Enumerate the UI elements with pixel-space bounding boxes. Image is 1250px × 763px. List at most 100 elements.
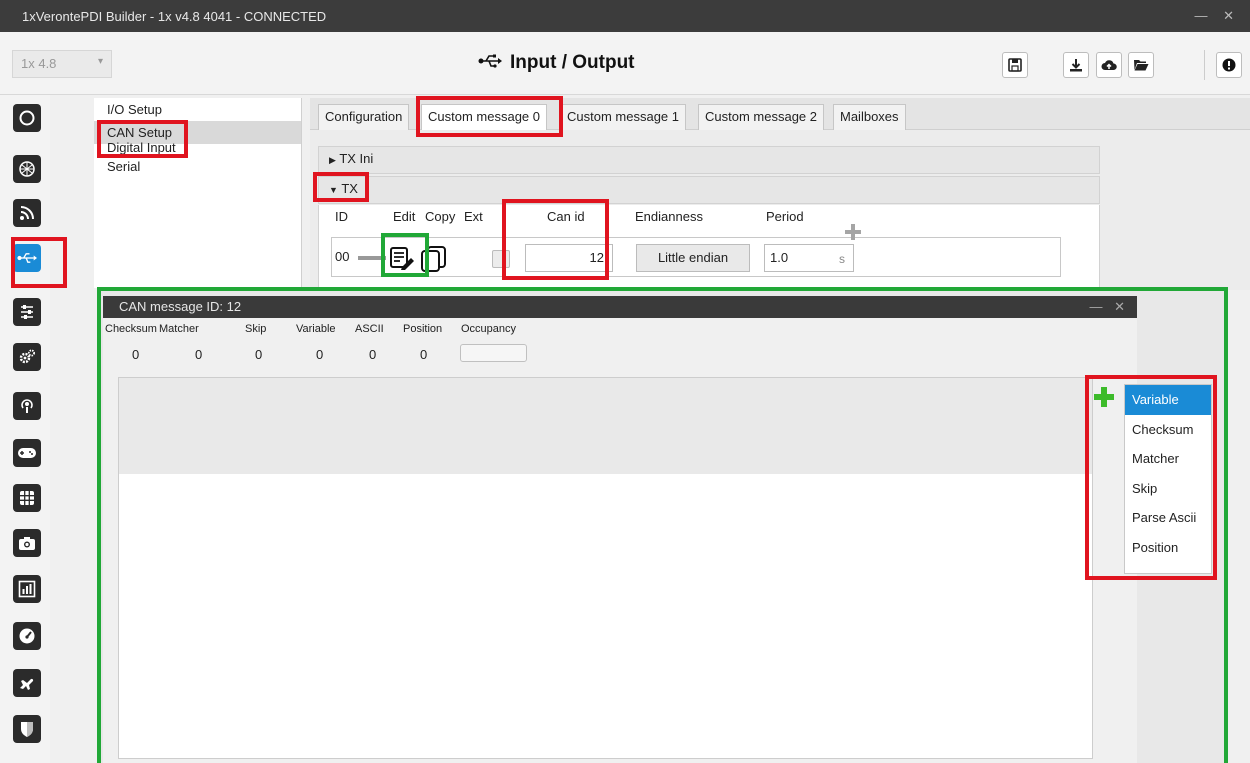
tab-custom-message-1[interactable]: Custom message 1 [560,104,686,130]
open-folder-button[interactable] [1128,52,1154,78]
cloud-upload-button[interactable] [1096,52,1122,78]
add-field-menu: Variable Checksum Matcher Skip Parse Asc… [1124,384,1212,574]
sidebar-globe-button[interactable] [13,155,41,183]
shield-icon [21,722,33,737]
stat-label-variable: Variable [296,323,336,335]
nav-item-serial[interactable]: Serial [94,155,301,178]
sidebar-gamepad-button[interactable] [13,439,41,467]
menu-item-variable[interactable]: Variable [1125,385,1211,415]
stat-label-position: Position [403,323,443,335]
sidebar-flight-button[interactable] [13,669,41,697]
col-header-can-id: Can id [547,209,585,224]
sliders-icon [21,305,33,319]
menu-item-skip[interactable]: Skip [1125,474,1211,504]
tab-configuration[interactable]: Configuration [318,104,410,130]
sidebar-io-button[interactable] [13,244,41,272]
stat-value-matcher: 0 [195,347,203,362]
gamepad-icon [18,448,36,458]
sidebar-grid-button[interactable] [13,484,41,512]
sidebar-sliders-button[interactable] [13,298,41,326]
col-header-endianness: Endianness [635,209,703,224]
stat-value-variable: 0 [316,347,324,362]
sidebar-broadcast-button[interactable] [13,392,41,420]
can-id-input[interactable]: 12 [525,244,613,272]
sidebar-power-button[interactable] [13,104,41,132]
globe-icon [19,161,35,177]
period-unit: s [839,252,845,266]
col-header-copy: Copy [425,209,456,224]
nav-item-io-setup[interactable]: I/O Setup [94,98,301,121]
version-label: 1x 4.8 [21,56,57,71]
edit-message-button[interactable] [389,246,415,273]
stat-value-checksum: 0 [132,347,140,362]
window-title: 1xVerontePDI Builder - 1x v4.8 4041 - CO… [22,8,327,24]
sidebar-dashboard-button[interactable] [13,622,41,650]
gears-icon [19,349,35,364]
folder-open-icon [1134,60,1149,71]
sidebar-gears-button[interactable] [13,343,41,371]
period-value: 1.0 [770,250,789,265]
menu-item-position[interactable]: Position [1125,533,1211,563]
sidebar-shield-button[interactable] [13,715,41,743]
window-controls[interactable]: — ✕ [1194,8,1240,24]
tab-custom-message-0[interactable]: Custom message 0 [421,104,547,130]
stat-value-ascii: 0 [369,347,377,362]
save-icon [1008,58,1022,72]
stat-label-occupancy: Occupancy [461,323,517,335]
podcast-icon [21,399,33,413]
stat-label-checksum: Checksum [105,323,157,335]
io-nav-tree: I/O Setup CAN Setup Digital Input Serial [94,98,302,288]
app-header: 1x 4.8 ▾ Input / Output [0,32,1250,95]
sidebar-chart-button[interactable] [13,575,41,603]
save-button[interactable] [1002,52,1028,78]
menu-item-parse-ascii[interactable]: Parse Ascii [1125,503,1211,533]
sidebar-signal-button[interactable] [13,199,41,227]
dashboard-icon [19,628,35,644]
tab-custom-message-2[interactable]: Custom message 2 [698,104,824,130]
copy-icon [421,246,446,272]
row-connector-line [358,256,386,260]
stat-value-position: 0 [420,347,428,362]
message-fields-panel [118,377,1093,759]
stat-value-skip: 0 [255,347,263,362]
page-title: Input / Output [478,52,635,74]
version-select[interactable]: 1x 4.8 ▾ [12,50,112,78]
tx-message-table: ID Edit Copy Ext Can id Endianness Perio… [318,205,1100,289]
info-button[interactable] [1216,52,1242,78]
download-button[interactable] [1063,52,1089,78]
dialog-window-controls[interactable]: — ✕ [1089,299,1129,315]
endianness-button[interactable]: Little endian [636,244,750,272]
triangle-right-icon: ▶ [329,155,336,165]
triangle-down-icon: ▼ [329,185,338,195]
stat-label-ascii: ASCII [355,323,384,335]
chart-icon [18,580,36,598]
stat-label-matcher: Matcher [159,323,199,335]
stat-label-skip: Skip [245,323,267,335]
download-icon [1070,59,1082,72]
ext-checkbox[interactable] [492,250,510,268]
signal-icon [20,206,34,220]
col-header-period: Period [766,209,804,224]
usb-icon [17,253,37,263]
col-header-id: ID [335,209,348,224]
sidebar-camera-button[interactable] [13,529,41,557]
menu-item-checksum[interactable]: Checksum [1125,415,1211,445]
can-message-dialog: CAN message ID: 12 — ✕ Checksum Matcher … [103,296,1137,763]
camera-icon [19,537,35,550]
power-icon [19,110,35,126]
tab-mailboxes[interactable]: Mailboxes [833,104,906,130]
period-input[interactable]: 1.0 s [764,244,854,272]
occupancy-bar [460,344,527,362]
copy-message-button[interactable] [420,246,448,275]
window-titlebar: 1xVerontePDI Builder - 1x v4.8 4041 - CO… [0,0,1250,32]
add-field-icon[interactable] [1093,386,1115,408]
toolbar-separator [1204,50,1205,80]
add-message-icon[interactable] [843,222,863,242]
menu-item-matcher[interactable]: Matcher [1125,444,1211,474]
section-tx[interactable]: ▼ TX [318,176,1100,204]
col-header-ext: Ext [464,209,483,224]
can-setup-panel: Configuration Custom message 0 Custom me… [310,98,1250,290]
module-sidebar [0,95,50,763]
section-tx-ini[interactable]: ▶ TX Ini [318,146,1100,174]
page-title-text: Input / Output [510,52,635,73]
